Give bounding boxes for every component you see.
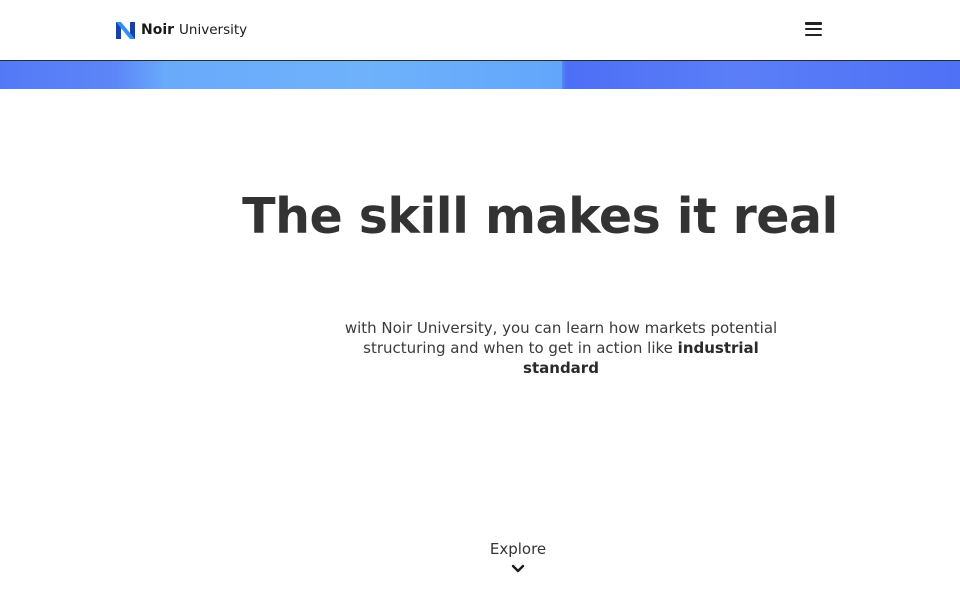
noir-n-logo-icon: [116, 21, 135, 39]
menu-bar: [805, 22, 822, 25]
hero-description: with Noir University, you can learn how …: [336, 318, 786, 378]
menu-bar: [805, 27, 822, 31]
brand-name: Noir: [141, 22, 175, 38]
menu-bar: [805, 33, 822, 36]
hamburger-menu-icon[interactable]: [805, 22, 822, 36]
explore-button[interactable]: Explore: [468, 540, 568, 574]
chevron-down-icon: [511, 564, 525, 573]
brand-subtitle: University: [179, 22, 248, 38]
brand-text: Noir University: [141, 22, 247, 38]
top-navbar: Noir University: [0, 0, 960, 61]
banner-highlight-segment: [163, 61, 562, 89]
explore-label: Explore: [489, 540, 547, 558]
hero-title: The skill makes it real: [242, 188, 838, 245]
gradient-banner: [0, 61, 960, 89]
brand-logo-link[interactable]: Noir University: [116, 20, 247, 40]
